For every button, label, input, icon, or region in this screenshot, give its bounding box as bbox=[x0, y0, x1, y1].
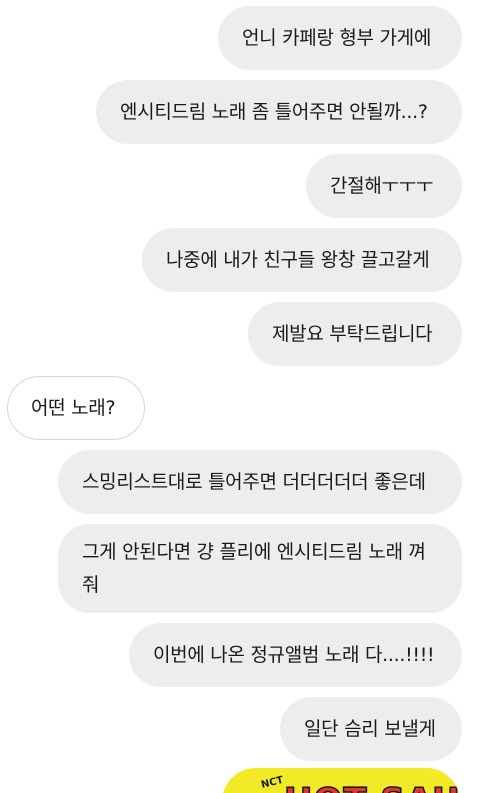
message-text: 이번에 나온 정규앨범 노래 다....!!!! bbox=[153, 644, 435, 666]
message-bubble-outgoing[interactable]: 언니 카페랑 형부 가게에 bbox=[218, 6, 462, 70]
message-text: 제발요 부탁드립니다 bbox=[272, 323, 433, 345]
hot-sauce-sticker-icon: NCT HOT SAUCE bbox=[222, 768, 460, 793]
message-bubble-outgoing[interactable]: 일단 슴리 보낼게 bbox=[280, 697, 462, 761]
message-text: 일단 슴리 보낼게 bbox=[304, 718, 436, 740]
message-text: 간절해ㅜㅜㅜ bbox=[330, 175, 434, 197]
sticker-text: HOT SAUCE bbox=[284, 781, 460, 793]
chat-thread[interactable]: 언니 카페랑 형부 가게에 엔시티드림 노래 좀 틀어주면 안될까...? 간절… bbox=[0, 0, 480, 793]
message-text: 스밍리스트대로 틀어주면 더더더더더 좋은데 bbox=[82, 471, 426, 493]
message-text: 언니 카페랑 형부 가게에 bbox=[242, 27, 432, 49]
message-text-line-1: 그게 안된다면 걍 플리에 엔시티드림 노래 껴 bbox=[82, 541, 426, 563]
message-bubble-outgoing[interactable]: 이번에 나온 정규앨범 노래 다....!!!! bbox=[129, 623, 462, 687]
message-text: 나중에 내가 친구들 왕창 끌고갈게 bbox=[166, 249, 430, 271]
message-bubble-outgoing[interactable]: 스밍리스트대로 틀어주면 더더더더더 좋은데 bbox=[58, 450, 462, 514]
message-bubble-incoming[interactable]: 어떤 노래? bbox=[7, 376, 145, 440]
message-text-line-2: 줘 bbox=[82, 574, 100, 596]
message-text: 어떤 노래? bbox=[31, 397, 116, 419]
message-bubble-outgoing[interactable]: 그게 안된다면 걍 플리에 엔시티드림 노래 껴 줘 bbox=[58, 524, 462, 613]
message-text: 엔시티드림 노래 좀 틀어주면 안될까...? bbox=[120, 101, 428, 123]
sticker-image[interactable]: NCT HOT SAUCE bbox=[222, 768, 460, 793]
message-bubble-outgoing[interactable]: 엔시티드림 노래 좀 틀어주면 안될까...? bbox=[96, 80, 462, 144]
message-bubble-outgoing[interactable]: 제발요 부탁드립니다 bbox=[248, 302, 462, 366]
message-bubble-outgoing[interactable]: 나중에 내가 친구들 왕창 끌고갈게 bbox=[142, 228, 462, 292]
message-bubble-outgoing[interactable]: 간절해ㅜㅜㅜ bbox=[306, 154, 462, 218]
